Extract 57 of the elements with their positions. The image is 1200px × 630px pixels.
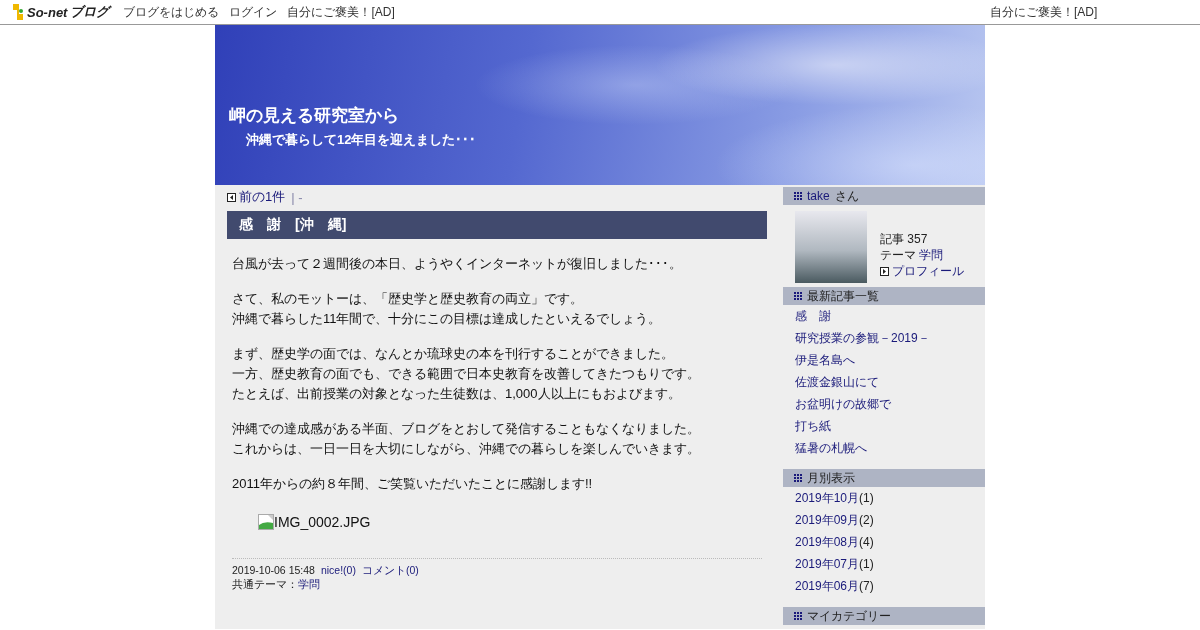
pager-separator: | - [291, 189, 303, 205]
theme-link[interactable]: 学問 [919, 248, 944, 262]
recent-post-link[interactable]: 打ち紙 [783, 415, 985, 437]
nav-link[interactable]: ブログをはじめる [123, 3, 220, 21]
recent-post-link[interactable]: お盆明けの故郷で [783, 393, 985, 415]
month-link[interactable]: 2019年08月 [795, 535, 860, 549]
user-link[interactable]: take [807, 189, 830, 203]
article-paragraph: 2011年からの約８年間、ご笑覧いただいたことに感謝します!! [232, 475, 594, 493]
post-count: (4) [859, 535, 874, 549]
recent-post-link[interactable]: 佐渡金銀山にて [783, 371, 985, 393]
post-count: (1) [859, 557, 874, 571]
post-count: (1) [859, 491, 874, 505]
broken-image-icon [258, 514, 274, 530]
grid-icon [794, 474, 802, 482]
article-paragraph: 沖縄での達成感がある半面、ブログをとおして発信することもなくなりました。 これからは、一日一日を大切にしながら、沖縄での暮らしを楽しんでいきます。 [232, 420, 701, 458]
recent-post-link[interactable]: 研究授業の参観－2019－ [783, 327, 985, 349]
recent-post-link[interactable]: 伊是名島へ [783, 349, 985, 371]
section-title: 最新記事一覧 [807, 287, 879, 305]
article-paragraph: さて、私のモットーは、「歴史学と歴史教育の両立」です。 沖縄で暮らした11年間で、十分にこの目標は達成したといえるでしょう。 [232, 290, 663, 328]
previous-link[interactable]: 前の1件 [239, 188, 286, 206]
post-count: (2) [859, 513, 874, 527]
grid-icon [794, 612, 802, 620]
month-link[interactable]: 2019年10月 [795, 491, 860, 505]
month-link[interactable]: 2019年09月 [795, 513, 860, 527]
theme-label: 共通テーマ： [232, 578, 298, 590]
section-title: 月別表示 [807, 469, 855, 487]
article-paragraph: まず、歴史学の面では、なんとか琉球史の本を刊行することができました。 一方、歴史教育の面でも、できる範囲で日本史教育を改善してきたつもりです。 たとえば、出前授業の対象となった生徒数は、1,000人以上にもおよびます。 [232, 345, 701, 403]
recent-post-link[interactable]: 感 謝 [783, 305, 985, 327]
theme-label: テーマ [880, 248, 917, 262]
section-title: マイカテゴリー [807, 607, 891, 625]
blog-subtitle: 沖縄で暮らして12年目を迎えました･･･ [245, 131, 478, 149]
right-arrow-icon [880, 266, 889, 276]
nav-link[interactable]: ログイン [229, 3, 278, 21]
comment-link[interactable]: コメント(0) [361, 564, 419, 576]
grid-icon [794, 192, 802, 200]
ad-link[interactable]: 自分にご褒美！[AD] [990, 4, 1098, 21]
left-arrow-icon [227, 192, 236, 202]
blog-title[interactable]: 岬の見える研究室から [229, 104, 985, 127]
image-alt-text: IMG_0002.JPG [274, 514, 371, 530]
grid-icon [794, 292, 802, 300]
nice-link[interactable]: nice!(0) [320, 564, 356, 576]
article-title: 感 謝 [沖 縄] [227, 211, 767, 239]
logo-suffix: ブログ [70, 3, 110, 21]
month-link[interactable]: 2019年07月 [795, 557, 860, 571]
recent-post-link[interactable]: 猛暑の札幌へ [783, 437, 985, 459]
profile-link[interactable]: プロフィール [892, 263, 964, 279]
post-count: (7) [859, 579, 874, 593]
photo-placeholder [795, 211, 867, 283]
user-suffix: さん [834, 187, 859, 205]
logo-icon [12, 3, 24, 21]
article-count: 記事 357 [880, 231, 929, 247]
article-paragraph: 台風が去って２週間後の本日、ようやくインターネットが復旧しました･･･。 [232, 255, 683, 273]
nav-link[interactable]: 自分にご褒美！[AD] [287, 3, 395, 21]
logo-link[interactable]: So-net [27, 4, 68, 20]
theme-link[interactable]: 学問 [298, 578, 320, 590]
post-date: 2019-10-06 15:48 [232, 564, 315, 576]
month-link[interactable]: 2019年06月 [795, 579, 860, 593]
